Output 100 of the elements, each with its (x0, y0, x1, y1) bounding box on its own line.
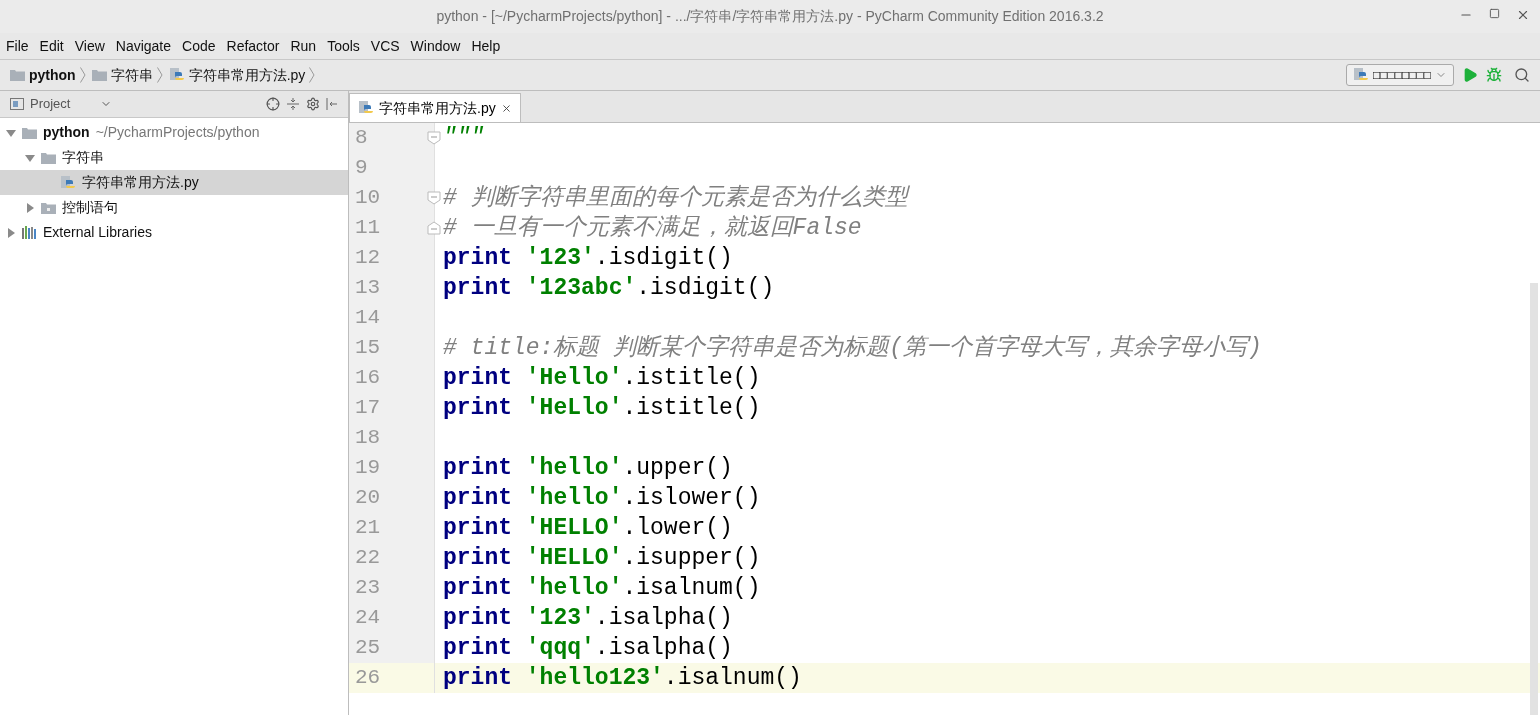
breadcrumb[interactable]: 字符串常用方法.py (168, 64, 316, 86)
fold-end-marker-icon[interactable] (427, 221, 441, 235)
line-number: 19 (354, 455, 381, 481)
code-token: """ (443, 124, 485, 153)
menu-item[interactable]: Window (410, 35, 461, 57)
chevron-icon (79, 67, 86, 83)
menu-item[interactable]: View (74, 35, 105, 57)
menu-item[interactable]: Navigate (115, 35, 172, 57)
code-token: 'hello' (525, 574, 623, 603)
line-number: 21 (354, 515, 381, 541)
maximize-icon[interactable] (1489, 8, 1500, 19)
code-token: 'hello' (525, 484, 623, 513)
expanded-arrow-icon[interactable] (6, 127, 16, 138)
code-token: print (443, 664, 512, 693)
locate-icon[interactable] (266, 97, 280, 111)
close-icon[interactable] (1516, 8, 1530, 22)
line-number: 17 (354, 395, 381, 421)
collapse-icon[interactable] (286, 97, 300, 111)
tree-item[interactable]: 控制语句 (0, 195, 348, 220)
code-token: .isdigit() (594, 244, 733, 273)
tree-hint: ~/PycharmProjects/python (95, 123, 260, 142)
line-number: 10 (354, 185, 381, 211)
project-view-dropdown[interactable]: Project (30, 94, 113, 114)
expanded-arrow-icon[interactable] (25, 152, 35, 163)
collapsed-arrow-icon[interactable] (25, 202, 35, 213)
fold-marker-icon[interactable] (427, 131, 441, 145)
tree-label: 字符串 (62, 148, 104, 167)
menu-item[interactable]: Run (290, 35, 317, 57)
window-title: python - [~/PycharmProjects/python] - .../字符串/字符串常用方法.py - PyCharm Community Edition 2016.3.2 (436, 7, 1104, 26)
code-token: .isalnum() (622, 574, 761, 603)
code-token: print (443, 274, 512, 303)
code-token: print (443, 544, 512, 573)
library-icon (22, 226, 37, 239)
code-token: '123' (525, 604, 595, 633)
line-number: 22 (354, 545, 381, 571)
debug-icon[interactable] (1486, 67, 1502, 83)
code-token: .lower() (622, 514, 733, 543)
close-icon[interactable] (500, 102, 512, 114)
code-comment: # 判断字符串里面的每个元素是否为什么类型 (443, 183, 908, 213)
tree-label: 字符串常用方法.py (82, 173, 199, 192)
tree-label: External Libraries (43, 223, 152, 242)
chevron-icon (156, 67, 163, 83)
run-icon[interactable] (1462, 67, 1478, 83)
code-token: 'HELLO' (525, 544, 623, 573)
tree-label: python (43, 123, 90, 142)
line-number: 24 (354, 605, 381, 631)
line-number: 16 (354, 365, 381, 391)
breadcrumb[interactable]: 字符串 (91, 64, 163, 86)
code-token: .istitle() (622, 364, 761, 393)
hide-icon[interactable] (326, 97, 338, 111)
code-token: 'HeLlo' (525, 394, 623, 423)
collapsed-arrow-icon[interactable] (6, 227, 16, 238)
menu-item[interactable]: Help (471, 35, 501, 57)
fold-marker-icon[interactable] (427, 191, 441, 205)
code-token: .isalnum() (663, 664, 802, 693)
tree-label: 控制语句 (62, 198, 118, 217)
code-token: print (443, 574, 512, 603)
tree-item[interactable]: External Libraries (0, 220, 348, 245)
tree-item[interactable]: 字符串常用方法.py (0, 170, 348, 195)
python-file-icon (168, 67, 185, 83)
settings-icon[interactable] (306, 97, 320, 111)
editor-tab[interactable]: 字符串常用方法.py (349, 93, 521, 122)
chevron-icon (309, 67, 316, 83)
breadcrumb-label: 字符串常用方法.py (188, 65, 306, 85)
code-token: .isdigit() (636, 274, 775, 303)
code-token: print (443, 514, 512, 543)
code-token: 'Hello' (525, 364, 623, 393)
panel-icon (10, 98, 24, 110)
line-number: 15 (354, 335, 381, 361)
code-token: print (443, 634, 512, 663)
code-comment: # 一旦有一个元素不满足，就返回False (443, 214, 862, 243)
code-comment: # title:标题 判断某个字符串是否为标题(第一个首字母大写，其余字母小写) (443, 333, 1262, 363)
code-token: '123abc' (525, 274, 637, 303)
breadcrumb-label: python (29, 65, 76, 85)
menu-item[interactable]: File (6, 35, 29, 57)
menu-item[interactable]: Code (182, 35, 216, 57)
code-token: 'hello' (525, 454, 623, 483)
search-icon[interactable] (1514, 67, 1530, 83)
run-config-dropdown[interactable]: □□□□□□□□ (1346, 64, 1454, 86)
code-token: .isalpha() (594, 604, 733, 633)
line-number: 13 (354, 275, 381, 301)
code-token: .upper() (622, 454, 733, 483)
tree-item[interactable]: python ~/PycharmProjects/python (0, 120, 348, 145)
folder-icon (10, 69, 25, 81)
menu-item[interactable]: VCS (370, 35, 400, 57)
line-number: 11 (354, 215, 381, 241)
tree-item[interactable]: 字符串 (0, 145, 348, 170)
line-number: 14 (354, 305, 381, 331)
breadcrumb[interactable]: python (10, 64, 86, 86)
code-token: print (443, 484, 512, 513)
code-token: 'hello123' (525, 664, 664, 693)
package-icon (41, 201, 56, 214)
code-token: print (443, 604, 512, 633)
line-number: 25 (354, 635, 381, 661)
menu-item[interactable]: Refactor (226, 35, 280, 57)
menu-item[interactable]: Tools (327, 35, 360, 57)
menu-item[interactable]: Edit (39, 35, 64, 57)
code-token: .isupper() (622, 544, 761, 573)
code-token: '123' (525, 244, 595, 273)
code-token: print (443, 454, 512, 483)
